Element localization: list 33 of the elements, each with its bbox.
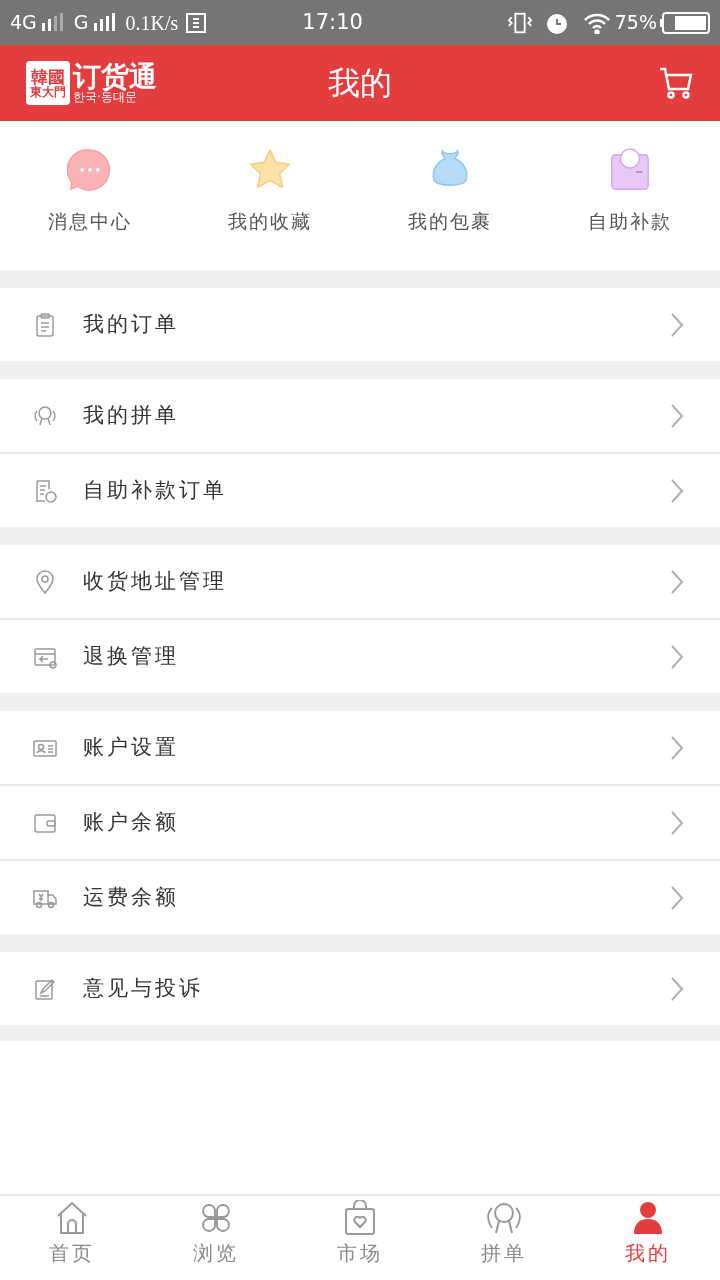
chevron-right-icon: [670, 809, 684, 836]
logo-text: 订货通: [73, 63, 157, 91]
battery-percent: 75%: [614, 10, 657, 36]
chevron-right-icon: [670, 884, 684, 911]
chevron-right-icon: [670, 568, 684, 595]
wifi-icon: [582, 11, 611, 34]
cart-icon[interactable]: [658, 65, 694, 101]
shopping-bag-icon: [342, 1200, 378, 1236]
signal-icon: [91, 12, 116, 33]
chevron-right-icon: [670, 975, 684, 1002]
quick-link[interactable]: 我的收藏: [180, 121, 360, 270]
logo-text: 한국·동대문: [73, 91, 138, 103]
quick-link[interactable]: 自助补款: [540, 121, 720, 270]
quick-link[interactable]: 消息中心: [0, 121, 180, 270]
clock-time: 17:10: [302, 8, 363, 36]
battery-icon: [660, 11, 710, 34]
network-label: 4G: [10, 10, 37, 36]
chevron-right-icon: [670, 402, 684, 429]
chevron-right-icon: [670, 477, 684, 504]
tab-bar-item[interactable]: 我的: [576, 1196, 720, 1280]
logo-text: 韓國: [31, 68, 65, 86]
tab-bar-item[interactable]: 浏览: [144, 1196, 288, 1280]
chevron-right-icon: [670, 734, 684, 761]
network-label: G: [73, 10, 89, 36]
logo-text: 東大門: [30, 85, 66, 98]
page-title: 我的: [328, 64, 392, 103]
chevron-right-icon: [670, 311, 684, 338]
chat-bubble-icon: [67, 147, 113, 193]
vibrate-icon: [506, 10, 533, 35]
signal-icon: [39, 12, 64, 33]
quick-link[interactable]: 我的包裹: [360, 121, 540, 270]
network-speed: 0.1K/s: [125, 10, 179, 36]
chevron-right-icon: [670, 643, 684, 670]
